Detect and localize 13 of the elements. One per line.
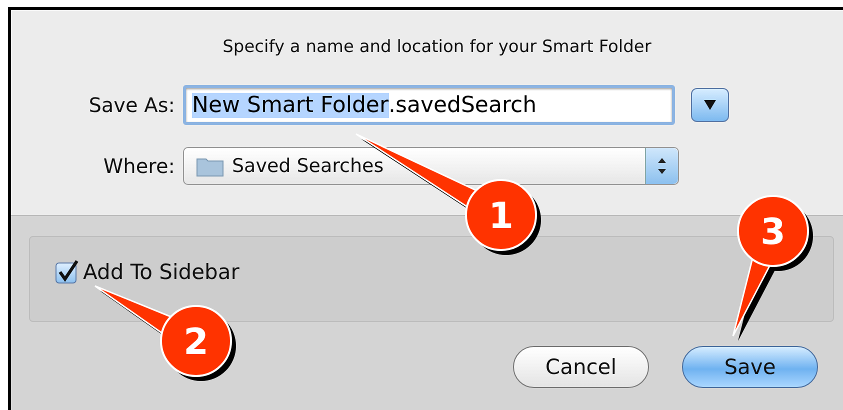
disclosure-button[interactable] [691, 88, 729, 122]
cancel-button[interactable]: Cancel [513, 346, 649, 388]
file-name-field[interactable]: New Smart Folder.savedSearch [183, 85, 675, 125]
callout-bubble: 2 [94, 285, 236, 381]
dialog-title: Specify a name and location for your Smart Folder [222, 37, 652, 57]
checkbox-icon[interactable] [55, 260, 79, 284]
triangle-icon [703, 99, 717, 111]
callout-bubble: 3 [732, 195, 813, 341]
add-to-sidebar-checkbox[interactable]: Add To Sidebar [55, 260, 240, 284]
location-popup[interactable]: Saved Searches [183, 147, 679, 185]
save-as-label: Save As: [88, 93, 176, 117]
save-button[interactable]: Save [682, 346, 818, 388]
where-label: Where: [102, 154, 176, 178]
